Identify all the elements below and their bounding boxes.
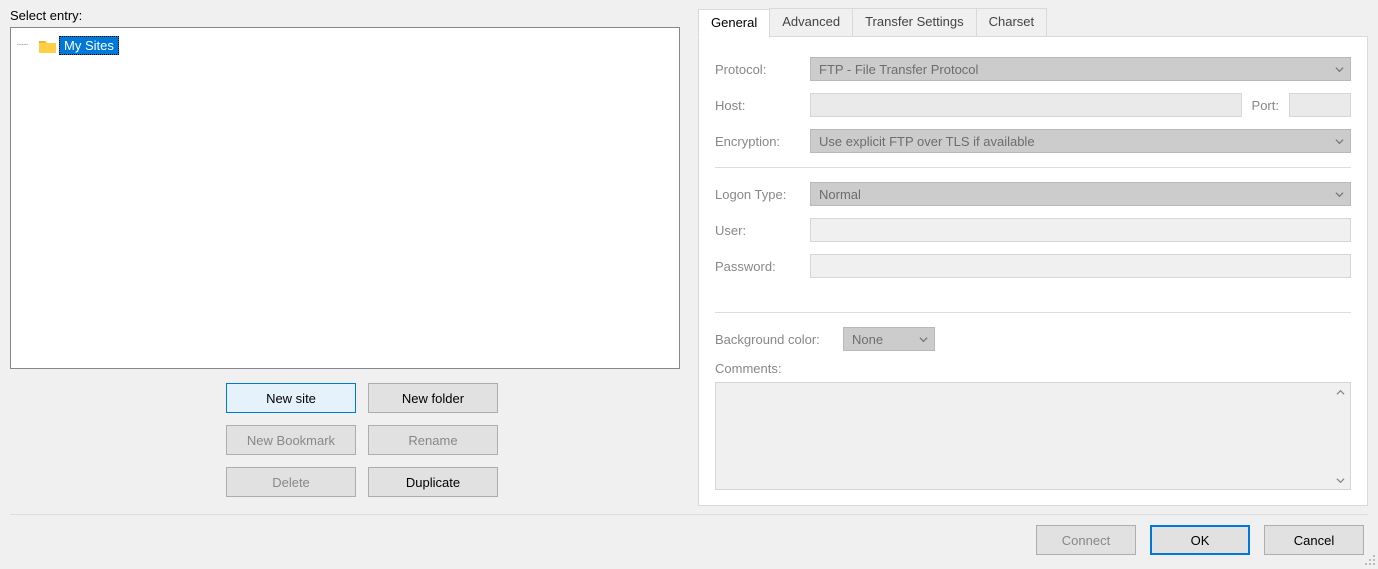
comments-textarea[interactable]	[715, 382, 1351, 490]
select-entry-label: Select entry:	[10, 8, 680, 23]
duplicate-button[interactable]: Duplicate	[368, 467, 498, 497]
encryption-select[interactable]: Use explicit FTP over TLS if available	[810, 129, 1351, 153]
tree-item-label: My Sites	[59, 36, 119, 55]
password-label: Password:	[715, 259, 810, 274]
folder-icon	[39, 39, 56, 53]
connect-button: Connect	[1036, 525, 1136, 555]
tab-general[interactable]: General	[698, 9, 770, 38]
settings-tabs: General Advanced Transfer Settings Chars…	[698, 8, 1368, 37]
tab-transfer-settings[interactable]: Transfer Settings	[852, 8, 977, 37]
background-color-select[interactable]: None	[843, 327, 935, 351]
chevron-down-icon	[1335, 65, 1344, 74]
password-input[interactable]	[810, 254, 1351, 278]
chevron-down-icon	[919, 335, 928, 344]
general-panel: Protocol: FTP - File Transfer Protocol H…	[698, 36, 1368, 506]
user-input[interactable]	[810, 218, 1351, 242]
delete-button: Delete	[226, 467, 356, 497]
tab-advanced[interactable]: Advanced	[769, 8, 853, 37]
host-label: Host:	[715, 98, 810, 113]
scroll-up-icon[interactable]	[1333, 385, 1347, 399]
background-color-label: Background color:	[715, 332, 843, 347]
chevron-down-icon	[1335, 137, 1344, 146]
chevron-down-icon	[1335, 190, 1344, 199]
tree-connector-icon: ┈┈	[17, 40, 39, 51]
protocol-select-value: FTP - File Transfer Protocol	[819, 62, 978, 77]
port-input[interactable]	[1289, 93, 1351, 117]
logon-type-select-value: Normal	[819, 187, 861, 202]
new-folder-button[interactable]: New folder	[368, 383, 498, 413]
protocol-select[interactable]: FTP - File Transfer Protocol	[810, 57, 1351, 81]
logon-type-label: Logon Type:	[715, 187, 810, 202]
encryption-label: Encryption:	[715, 134, 810, 149]
ok-button[interactable]: OK	[1150, 525, 1250, 555]
cancel-button[interactable]: Cancel	[1264, 525, 1364, 555]
site-tree[interactable]: ┈┈ My Sites	[10, 27, 680, 369]
resize-grip-icon[interactable]	[1360, 550, 1376, 566]
background-color-select-value: None	[852, 332, 883, 347]
comments-label: Comments:	[715, 361, 1351, 376]
tab-charset[interactable]: Charset	[976, 8, 1048, 37]
new-bookmark-button: New Bookmark	[226, 425, 356, 455]
separator	[715, 167, 1351, 168]
logon-type-select[interactable]: Normal	[810, 182, 1351, 206]
host-input[interactable]	[810, 93, 1242, 117]
rename-button: Rename	[368, 425, 498, 455]
port-label: Port:	[1252, 98, 1279, 113]
protocol-label: Protocol:	[715, 62, 810, 77]
encryption-select-value: Use explicit FTP over TLS if available	[819, 134, 1035, 149]
user-label: User:	[715, 223, 810, 238]
scroll-down-icon[interactable]	[1333, 473, 1347, 487]
tree-item-my-sites[interactable]: ┈┈ My Sites	[17, 36, 673, 55]
separator	[715, 312, 1351, 313]
new-site-button[interactable]: New site	[226, 383, 356, 413]
